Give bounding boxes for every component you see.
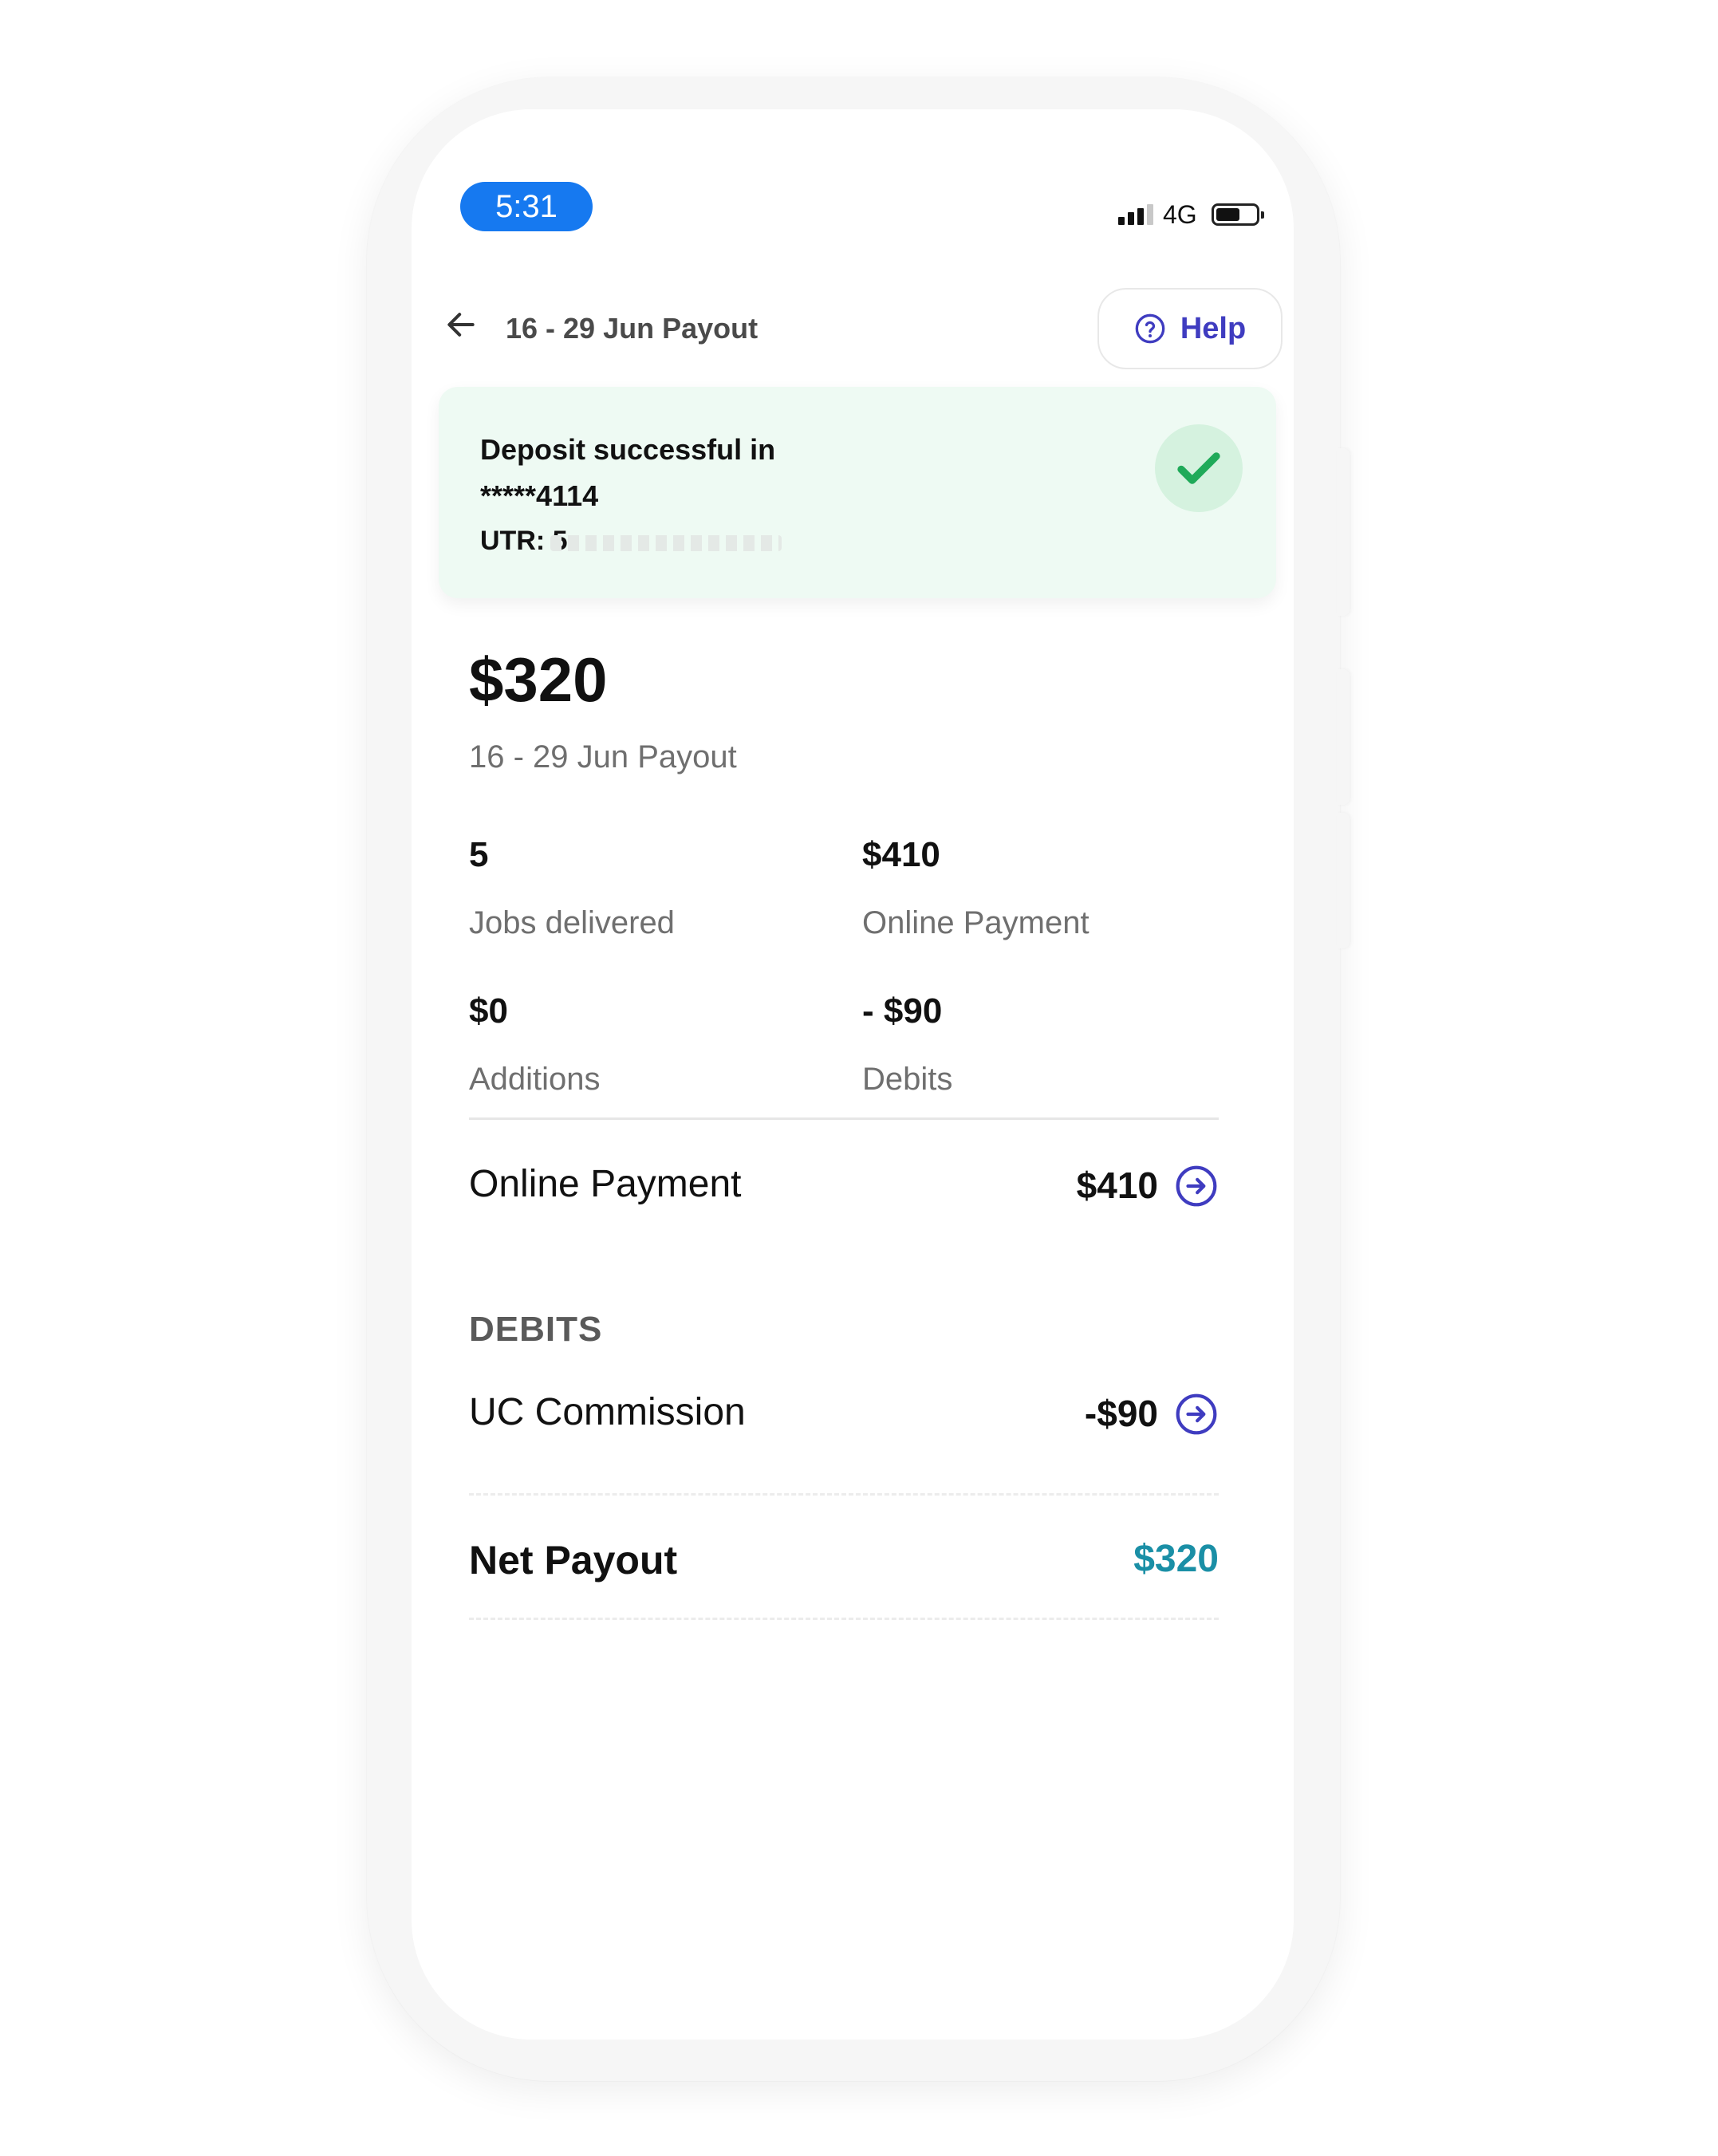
arrow-right-circle-icon[interactable] (1174, 1164, 1219, 1208)
uc-commission-label: UC Commission (469, 1391, 746, 1433)
side-button-lower (1337, 813, 1350, 948)
phone-frame: 5:31 4G 16 - 29 Jun Payout Help Deposit … (367, 77, 1350, 2081)
online-payment-row[interactable]: Online Payment $410 (469, 1146, 1219, 1234)
stat-online-value: $410 (862, 835, 940, 874)
deposit-message: Deposit successful in *****4114 (480, 433, 776, 512)
side-button-upper (1337, 448, 1350, 616)
payout-amount: $320 (469, 644, 608, 715)
debits-section-title: DEBITS (469, 1310, 603, 1349)
stat-jobs-value: 5 (469, 835, 489, 874)
online-payment-label: Online Payment (469, 1163, 742, 1205)
status-indicators: 4G (1118, 199, 1264, 231)
stat-additions-value: $0 (469, 991, 508, 1031)
stat-debits-label: Debits (862, 1062, 953, 1097)
help-button[interactable]: Help (1097, 288, 1283, 369)
deposit-status-card: Deposit successful in *****4114 UTR: 5 (439, 387, 1276, 598)
signal-icon (1118, 204, 1153, 225)
stat-debits-value: - $90 (862, 991, 943, 1031)
net-payout-label: Net Payout (469, 1538, 678, 1583)
payout-period: 16 - 29 Jun Payout (469, 739, 737, 775)
app-screen: 5:31 4G 16 - 29 Jun Payout Help Deposit … (412, 109, 1294, 2040)
battery-icon (1211, 203, 1264, 226)
arrow-right-circle-icon[interactable] (1174, 1392, 1219, 1437)
dashed-divider (469, 1618, 1219, 1620)
dashed-divider (469, 1493, 1219, 1496)
stat-additions-label: Additions (469, 1062, 601, 1097)
stat-jobs-label: Jobs delivered (469, 905, 675, 940)
uc-commission-amount: -$90 (1084, 1393, 1158, 1434)
side-button-middle (1337, 669, 1350, 805)
back-arrow-icon[interactable] (443, 307, 479, 342)
stat-online-label: Online Payment (862, 905, 1090, 940)
online-payment-amount: $410 (1076, 1165, 1158, 1206)
success-check-icon (1155, 424, 1243, 512)
utr-redacted-value (550, 535, 782, 551)
page-title: 16 - 29 Jun Payout (506, 312, 759, 345)
uc-commission-row[interactable]: UC Commission -$90 (469, 1374, 1219, 1462)
help-button-label: Help (1180, 311, 1247, 345)
network-type: 4G (1163, 199, 1197, 229)
status-time: 5:31 (460, 182, 593, 231)
help-icon (1135, 313, 1165, 344)
summary-divider (469, 1117, 1219, 1120)
net-payout-amount: $320 (1133, 1538, 1219, 1580)
